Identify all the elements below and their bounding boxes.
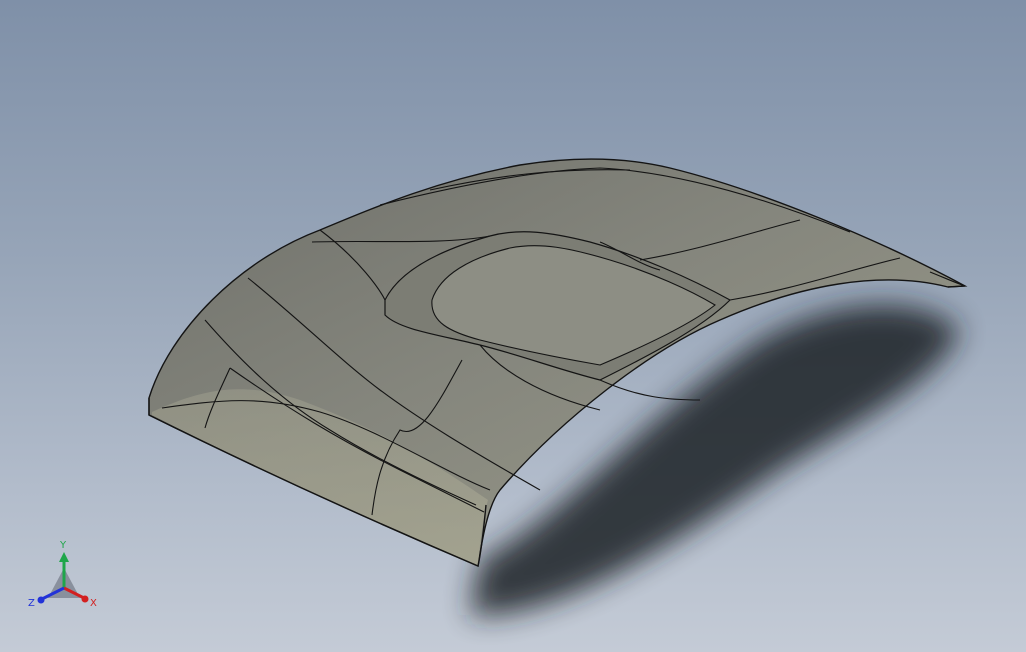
triad-z-tip: [37, 596, 45, 604]
coordinate-triad: Y X Z: [26, 538, 104, 612]
triad-x-tip: [81, 595, 89, 603]
triad-y-label: Y: [59, 540, 67, 551]
triad-y-arrow: [59, 552, 69, 562]
model-scene[interactable]: [0, 0, 1026, 652]
graphics-viewport[interactable]: Y X Z: [0, 0, 1026, 652]
triad-z-label: Z: [28, 598, 35, 609]
triad-x-label: X: [90, 598, 97, 609]
